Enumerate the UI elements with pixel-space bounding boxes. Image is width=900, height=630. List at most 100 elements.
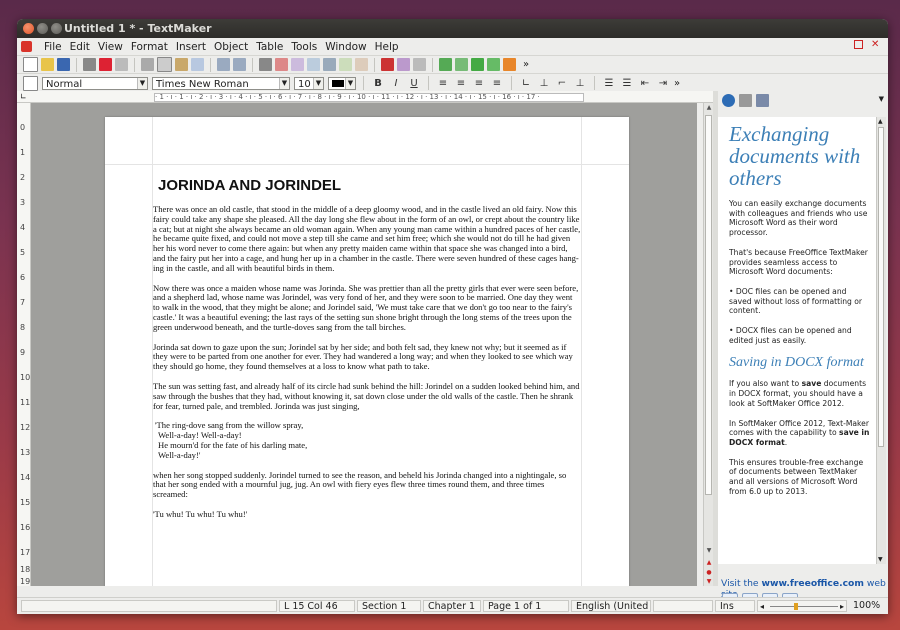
font-size-select[interactable]: 10 ▼	[294, 76, 324, 90]
bold-icon[interactable]: B	[371, 77, 385, 90]
zoom-slider[interactable]: ◂ ▸	[757, 600, 847, 612]
zoom-out-icon[interactable]	[355, 58, 368, 71]
close-window-button[interactable]	[23, 23, 34, 34]
browse-object-icon[interactable]: ●	[705, 569, 713, 577]
outline-icon[interactable]	[487, 58, 500, 71]
prev-page-icon[interactable]: ▲	[705, 559, 713, 567]
font-select[interactable]: Times New Roman ▼	[152, 76, 290, 90]
textframe-icon[interactable]	[381, 58, 394, 71]
zoom-in-icon[interactable]: ▸	[840, 601, 844, 611]
restore-doc-icon[interactable]	[854, 40, 863, 49]
verse-line[interactable]: Well-a-day!'	[153, 450, 581, 461]
print-preview-icon[interactable]	[115, 58, 128, 71]
paste-icon[interactable]	[175, 58, 188, 71]
numbering-icon[interactable]: ☰	[602, 77, 616, 90]
menu-view[interactable]: View	[94, 41, 127, 53]
maximize-window-button[interactable]	[51, 23, 62, 34]
zoom-icon[interactable]	[339, 58, 352, 71]
toolbar-overflow-icon[interactable]: »	[674, 78, 680, 89]
status-mode[interactable]: Ins	[715, 600, 755, 612]
scrollbar-thumb[interactable]	[705, 115, 712, 495]
scroll-down-icon[interactable]: ▼	[705, 547, 713, 555]
justify-icon[interactable]: ≡	[490, 77, 504, 90]
zoom-level[interactable]: 100%	[849, 600, 885, 612]
vertical-ruler[interactable]: 0 1 2 3 4 5 6 7 8 9 10 11 12 13 14 15 16…	[17, 103, 31, 586]
tab-left-icon[interactable]: ∟	[519, 77, 533, 90]
menu-tools[interactable]: Tools	[287, 41, 321, 53]
field-icon[interactable]	[397, 58, 410, 71]
scroll-up-icon[interactable]: ▲	[705, 104, 713, 112]
paragraph[interactable]: 'Tu whu! Tu whu! Tu whu!'	[153, 509, 581, 520]
document-page[interactable]: JORINDA AND JORINDEL There was once an o…	[105, 117, 629, 586]
print-icon[interactable]	[83, 58, 96, 71]
softmaker-icon[interactable]	[503, 58, 516, 71]
menu-table[interactable]: Table	[252, 41, 287, 53]
paragraph[interactable]: when her song stopped suddenly. Jorindel…	[153, 470, 581, 500]
open-folder-icon[interactable]	[41, 58, 54, 71]
next-page-icon[interactable]: ▼	[705, 578, 713, 586]
scroll-down-icon[interactable]: ▼	[878, 556, 883, 563]
paragraph[interactable]: Now there was once a maiden whose name w…	[153, 283, 581, 333]
menu-window[interactable]: Window	[321, 41, 370, 53]
save-icon[interactable]	[57, 58, 70, 71]
app-icon[interactable]	[21, 41, 32, 52]
find-icon[interactable]	[259, 58, 272, 71]
scroll-up-icon[interactable]: ▲	[878, 118, 883, 125]
horizontal-ruler[interactable]: ∟ · 1 · ı · 1 · ı · 2 · ı · 3 · ı · 4 · …	[17, 91, 717, 103]
paragraph[interactable]: There was once an old castle, that stood…	[153, 204, 581, 274]
pdf-export-icon[interactable]	[99, 58, 112, 71]
table-icon[interactable]	[275, 58, 288, 71]
format-painter-icon[interactable]	[191, 58, 204, 71]
paragraph-style-select[interactable]: Normal ▼	[42, 76, 148, 90]
undo-icon[interactable]	[217, 58, 230, 71]
italic-icon[interactable]: I	[389, 77, 403, 90]
align-left-icon[interactable]: ≡	[436, 77, 450, 90]
bin-icon[interactable]	[739, 93, 752, 107]
style-icon[interactable]	[471, 58, 484, 71]
hyphenation-icon[interactable]	[455, 58, 468, 71]
menu-object[interactable]: Object	[210, 41, 252, 53]
picture-icon[interactable]	[307, 58, 320, 71]
paragraph[interactable]: The sun was setting fast, and already ha…	[153, 381, 581, 411]
info-icon[interactable]	[722, 93, 735, 107]
paragraph[interactable]: Jorinda sat down to gaze upon the sun; J…	[153, 342, 581, 372]
document-heading[interactable]: JORINDA AND JORINDEL	[158, 177, 341, 194]
verse-line[interactable]: He mourn'd for the fate of his darling m…	[153, 440, 581, 451]
decrease-indent-icon[interactable]: ⇤	[638, 77, 652, 90]
status-language[interactable]: English (United	[571, 600, 651, 612]
tab-decimal-icon[interactable]: ⊥	[573, 77, 587, 90]
align-right-icon[interactable]: ≡	[472, 77, 486, 90]
cut-icon[interactable]	[141, 58, 154, 71]
document-area[interactable]: JORINDA AND JORINDEL There was once an o…	[31, 103, 697, 586]
bullets-icon[interactable]: ☰	[620, 77, 634, 90]
redo-icon[interactable]	[233, 58, 246, 71]
chevron-down-icon[interactable]: ▼	[879, 95, 884, 103]
sidebar-scrollbar[interactable]: ▲ ▼	[876, 117, 886, 564]
copy-icon[interactable]	[157, 57, 172, 72]
menu-help[interactable]: Help	[371, 41, 403, 53]
toolbar-overflow-icon[interactable]: »	[523, 59, 529, 70]
align-center-icon[interactable]: ≡	[454, 77, 468, 90]
style-panel-icon[interactable]	[756, 93, 769, 107]
text-color-select[interactable]: ▼	[328, 76, 356, 90]
chart-icon[interactable]	[323, 58, 336, 71]
close-doc-icon[interactable]: ✕	[871, 40, 880, 50]
document-body[interactable]: There was once an old castle, that stood…	[153, 204, 581, 530]
underline-icon[interactable]: U	[407, 77, 421, 90]
menu-file[interactable]: File	[40, 41, 66, 53]
spellcheck-icon[interactable]	[439, 58, 452, 71]
tab-type-icon[interactable]: ∟	[20, 92, 27, 101]
select-arrow-icon[interactable]	[23, 75, 38, 91]
zoom-thumb[interactable]	[794, 603, 798, 610]
minimize-window-button[interactable]	[37, 23, 48, 34]
new-document-icon[interactable]	[23, 57, 38, 72]
menu-insert[interactable]: Insert	[172, 41, 210, 53]
frame-icon[interactable]	[291, 58, 304, 71]
comment-icon[interactable]	[413, 58, 426, 71]
increase-indent-icon[interactable]: ⇥	[656, 77, 670, 90]
menu-edit[interactable]: Edit	[66, 41, 94, 53]
menu-format[interactable]: Format	[127, 41, 172, 53]
sidebar-scrollbar-thumb[interactable]	[878, 127, 884, 447]
link-url[interactable]: www.freeoffice.com	[762, 578, 864, 589]
zoom-out-icon[interactable]: ◂	[760, 601, 764, 611]
